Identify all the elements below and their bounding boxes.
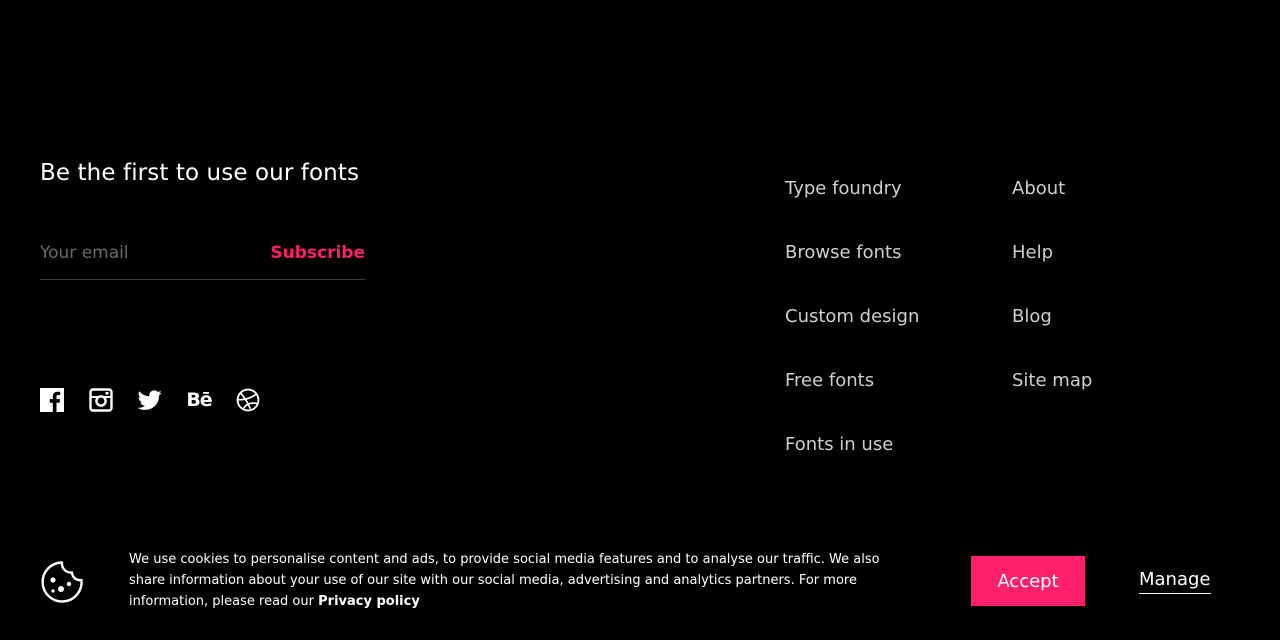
nav-link-site-map[interactable]: Site map <box>1012 370 1092 391</box>
nav-link-help[interactable]: Help <box>1012 242 1053 263</box>
newsletter-form: Subscribe <box>40 230 365 280</box>
cookie-icon <box>41 561 83 603</box>
nav-link-fonts-in-use[interactable]: Fonts in use <box>785 434 893 455</box>
footer-nav-primary: Type foundry Browse fonts Custom design … <box>785 178 919 498</box>
footer-nav-item: Free fonts <box>785 370 919 434</box>
footer-nav-item: Type foundry <box>785 178 919 242</box>
social-links: Bē <box>40 388 260 412</box>
cookie-message: We use cookies to personalise content an… <box>129 549 919 612</box>
email-input[interactable] <box>40 238 260 268</box>
footer-nav-item: Custom design <box>785 306 919 370</box>
footer-nav-secondary: About Help Blog Site map <box>1012 178 1092 434</box>
footer-nav-item: Site map <box>1012 370 1092 434</box>
nav-link-blog[interactable]: Blog <box>1012 306 1052 327</box>
footer-nav-item: About <box>1012 178 1092 242</box>
accept-button[interactable]: Accept <box>971 556 1085 606</box>
newsletter-title: Be the first to use our fonts <box>40 160 360 186</box>
cookie-text: We use cookies to personalise content an… <box>129 552 880 609</box>
subscribe-button[interactable]: Subscribe <box>270 238 365 268</box>
footer-nav-item: Blog <box>1012 306 1092 370</box>
dribbble-icon[interactable] <box>236 388 260 412</box>
cookie-banner: We use cookies to personalise content an… <box>0 540 1280 630</box>
footer-nav-item: Fonts in use <box>785 434 919 498</box>
instagram-icon[interactable] <box>89 388 113 412</box>
behance-label: Bē <box>186 389 212 411</box>
footer-nav-item: Help <box>1012 242 1092 306</box>
nav-link-about[interactable]: About <box>1012 178 1065 199</box>
nav-link-custom-design[interactable]: Custom design <box>785 306 919 327</box>
nav-link-type-foundry[interactable]: Type foundry <box>785 178 902 199</box>
behance-icon[interactable]: Bē <box>186 388 212 412</box>
manage-button[interactable]: Manage <box>1139 566 1211 594</box>
nav-link-browse-fonts[interactable]: Browse fonts <box>785 242 901 263</box>
privacy-policy-link[interactable]: Privacy policy <box>318 594 420 609</box>
twitter-icon[interactable] <box>138 388 162 412</box>
page: Be the first to use our fonts Subscribe <box>0 0 1280 640</box>
nav-link-free-fonts[interactable]: Free fonts <box>785 370 874 391</box>
footer-nav-item: Browse fonts <box>785 242 919 306</box>
facebook-icon[interactable] <box>40 388 64 412</box>
